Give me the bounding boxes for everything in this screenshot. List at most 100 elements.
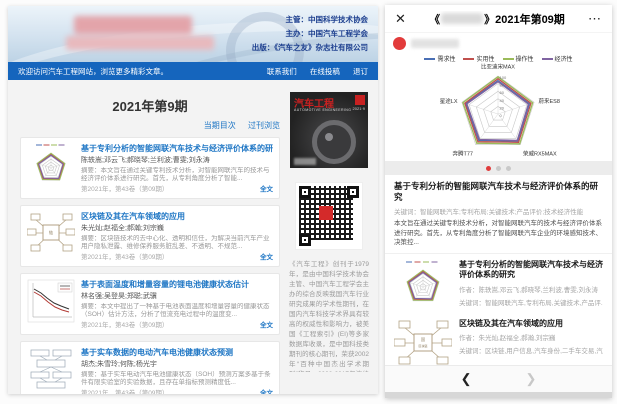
carousel-dot[interactable]	[496, 166, 501, 171]
journal-intro-text: 《汽车工程》创刊于1979年，是由中国科学技术协会主管、中国汽车工程学会主办的综…	[289, 260, 369, 372]
article-title-link[interactable]: 区块链及其在汽车领域的应用	[81, 211, 273, 221]
svg-text:链: 链	[49, 229, 53, 235]
item-title: 基于专利分析的智能网联汽车技术与经济评价体系的研究	[459, 260, 603, 281]
article-card[interactable]: 基于实车数据的电动汽车电池健康状态预测 胡杰;朱雪玲;何陈;杨光宇 摘要：基于实…	[20, 341, 280, 394]
fulltext-link[interactable]: 全文	[260, 387, 273, 394]
article-issue-info: 第2021年，第43卷（第09期）	[81, 387, 168, 394]
svg-text:80: 80	[500, 83, 505, 88]
svg-text:20: 20	[500, 105, 505, 110]
article-authors: 胡杰;朱雪玲;何陈;杨光宇	[81, 359, 273, 368]
item-title: 区块链及其在汽车领域的应用	[459, 319, 603, 330]
navbar-links: 联系我们 在线投稿 退订	[256, 66, 368, 77]
article-card[interactable]: 基于专利分析的智能网联汽车技术与经济评价体系的研究 陈轶嵩;邓云飞;郝晓琴;兰利…	[20, 137, 280, 199]
article-title-link[interactable]: 基于实车数据的电动汽车电池健康状态预测	[81, 347, 273, 357]
article-list-item[interactable]: 国 区块链 区块链及其在汽车领域的应用 作者：朱光灿,赵福全,郝瀚,刘宗巍 关键…	[385, 313, 612, 372]
radar-chart-thumbnail	[394, 260, 452, 308]
legend-swatch	[424, 58, 435, 60]
qr-center-logo	[319, 206, 333, 220]
article-issue-info: 第2021年，第43卷（第09期）	[81, 183, 168, 193]
featured-article-title: 基于专利分析的智能网联汽车技术与经济评价体系的研究	[394, 181, 603, 203]
legend-label: 经济性	[555, 54, 573, 63]
issue-title: 2021年第9期	[20, 96, 280, 115]
cover-wheel-hub	[325, 133, 333, 141]
svg-text:0: 0	[500, 113, 503, 118]
svg-text:国: 国	[421, 336, 425, 342]
site-logo	[66, 14, 216, 54]
chart-legend: 需求性 实用性 操作性 经济性	[385, 54, 612, 63]
article-card[interactable]: 基于表面温度和增量容量的锂电池健康状态估计 林名强;吴登昊;郑聪;武骥 摘要：本…	[20, 273, 280, 335]
article-abstract: 摘要：本文中提出了一种基于电池表面温度和增量容量的健康状态（SOH）估计方法，分…	[81, 303, 273, 319]
flow-diagram-thumbnail	[27, 347, 75, 391]
back-chevron-icon[interactable]: ❮	[461, 371, 472, 387]
article-card[interactable]: 链 区块链及其在汽车领域的应用 朱光灿;赵福全;郝瀚;刘宗巍 摘要：区块链技术的…	[20, 205, 280, 267]
legend-label: 实用性	[476, 54, 494, 63]
account-avatar[interactable]	[393, 37, 406, 50]
current-issue-toc-link[interactable]: 当期目次	[204, 121, 236, 130]
site-navbar: 欢迎访问汽车工程网站，浏览更多精彩文章。 联系我们 在线投稿 退订	[8, 62, 378, 80]
online-submission-link[interactable]: 在线投稿	[310, 67, 340, 76]
legend-swatch	[503, 58, 514, 60]
fulltext-link[interactable]: 全文	[260, 183, 273, 193]
cover-issue-number: 2021·9	[353, 106, 365, 111]
legend-label: 操作性	[516, 54, 534, 63]
network-diagram-thumbnail: 国 区块链	[394, 319, 452, 367]
forward-chevron-icon[interactable]: ❯	[526, 371, 537, 387]
organizer-line: 主办：中国汽车工程学会	[252, 27, 368, 41]
article-title-link[interactable]: 基于专利分析的智能网联汽车技术与经济评价体系的研究	[81, 143, 273, 153]
item-authors: 作者：朱光灿,赵福全,郝瀚,刘宗巍	[459, 332, 603, 342]
radar-chart-block: 需求性 实用性 操作性 经济性 比亚迪宋MAX蔚来ES8荣威RX5MAX奔腾T7…	[385, 53, 612, 161]
publisher-info: 主管：中国科学技术协会 主办：中国汽车工程学会 出版：《汽车之友》杂志社有限公司	[252, 13, 368, 55]
article-authors: 朱光灿;赵福全;郝瀚;刘宗巍	[81, 223, 273, 232]
svg-text:荣威RX5MAX: 荣威RX5MAX	[523, 149, 557, 157]
carousel-dot[interactable]	[486, 166, 491, 171]
svg-text:奔腾T77: 奔腾T77	[453, 149, 473, 157]
article-header: ✕ 《 》2021年第09期 ⋯	[385, 5, 612, 33]
item-keywords: 关键词：区块链,用户信息,汽车身份,二手车交易,汽...	[459, 345, 603, 355]
featured-article-abstract: 本文旨在通过关键专利技术分析，对智能网联汽车的技术与经济评价体系进行研究。首先，…	[394, 219, 603, 248]
wechat-qr-code	[295, 182, 363, 250]
close-icon[interactable]: ✕	[395, 11, 406, 27]
unsubscribe-link[interactable]: 退订	[353, 67, 368, 76]
article-authors: 林名强;吴登昊;郑聪;武骥	[81, 291, 273, 300]
legend-label: 需求性	[437, 54, 455, 63]
cover-corner-badge	[355, 95, 365, 105]
window-bottom-strip	[385, 392, 612, 398]
redacted-journal-name	[441, 13, 483, 24]
cover-subtitle: AUTOMOTIVE ENGINEERING	[294, 108, 351, 112]
article-list-item[interactable]: 基于专利分析的智能网联汽车技术与经济评价体系的研究 作者：陈轶嵩,邓云飞,郝晓琴…	[385, 254, 612, 313]
carousel-dot[interactable]	[506, 166, 511, 171]
radar-chart: 比亚迪宋MAX蔚来ES8荣威RX5MAX奔腾T77星途LX02040608010…	[385, 60, 612, 161]
item-authors: 作者：陈轶嵩,邓云飞,郝晓琴,兰利波,曹雯,刘永涛	[459, 284, 603, 294]
welcome-text: 欢迎访问汽车工程网站，浏览更多精彩文章。	[18, 66, 168, 77]
line-chart-thumbnail	[27, 279, 75, 323]
archive-browse-link[interactable]: 过刊浏览	[248, 121, 280, 130]
article-abstract: 摘要：基于实车电动汽车电池健康状态（SOH）预测方案多基于条件有限实验室的实验数…	[81, 371, 273, 387]
image-carousel-bar	[385, 161, 612, 175]
site-banner: 主管：中国科学技术协会 主办：中国汽车工程学会 出版：《汽车之友》杂志社有限公司	[8, 6, 378, 62]
article-issue-info: 第2021年，第43卷（第09期）	[81, 251, 168, 261]
contact-us-link[interactable]: 联系我们	[267, 67, 297, 76]
radar-chart-thumbnail	[27, 143, 75, 187]
more-menu-icon[interactable]: ⋯	[588, 11, 602, 27]
issue-links: 当期目次 过刊浏览	[20, 120, 280, 131]
legend-swatch	[542, 58, 553, 60]
item-keywords: 关键词：智能网联汽车,专利布局,关键技术,产品评...	[459, 297, 603, 307]
wechat-article-window: ✕ 《 》2021年第09期 ⋯ 需求性 实用性 操作性 经济性 比亚迪宋MAX…	[385, 5, 612, 398]
cover-footer-blur	[294, 158, 316, 165]
article-title-link[interactable]: 基于表面温度和增量容量的锂电池健康状态估计	[81, 279, 273, 289]
svg-text:星途LX: 星途LX	[440, 97, 458, 105]
page-content: 2021年第9期 当期目次 过刊浏览 基于专利分析的智能网联汽车技术与经济评价体…	[8, 80, 378, 394]
svg-text:100: 100	[500, 75, 507, 80]
featured-article[interactable]: 基于专利分析的智能网联汽车技术与经济评价体系的研究 关键词：智能网联汽车;专利布…	[385, 175, 612, 254]
account-row	[385, 33, 612, 53]
article-authors: 陈轶嵩;邓云飞;郝晓琴;兰利波;曹雯;刘永涛	[81, 155, 273, 164]
fulltext-link[interactable]: 全文	[260, 319, 273, 329]
supervisor-line: 主管：中国科学技术协会	[252, 13, 368, 27]
network-diagram-thumbnail: 链	[27, 211, 75, 255]
svg-text:60: 60	[500, 90, 505, 95]
svg-text:比亚迪宋MAX: 比亚迪宋MAX	[481, 62, 515, 70]
fulltext-link[interactable]: 全文	[260, 251, 273, 261]
journal-cover-image[interactable]: 汽车工程 AUTOMOTIVE ENGINEERING 2021·9	[290, 92, 368, 168]
article-list-column: 2021年第9期 当期目次 过刊浏览 基于专利分析的智能网联汽车技术与经济评价体…	[20, 86, 280, 394]
article-issue-info: 第2021年，第43卷（第09期）	[81, 319, 168, 329]
